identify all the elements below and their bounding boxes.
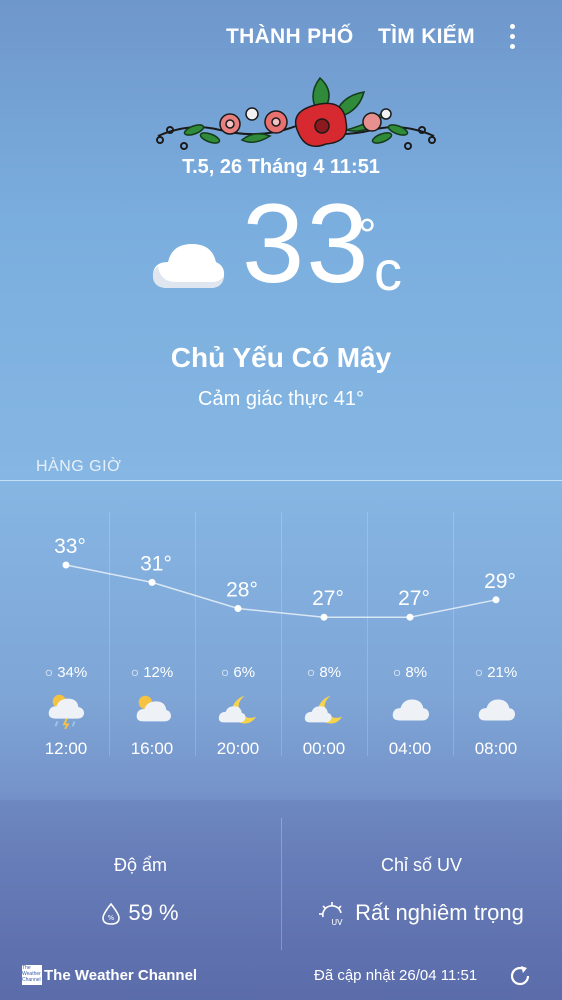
hourly-item: ○ 34% 12:00 [23, 482, 109, 772]
section-divider [0, 480, 562, 481]
hourly-rain-value: 12% [143, 664, 174, 681]
partly-cloudy-moon-icon [218, 695, 257, 724]
hourly-item: ○ 8% 00:00 [281, 482, 367, 772]
current-condition: Chủ Yếu Có Mây [170, 342, 392, 373]
raindrop-icon: ○ [220, 664, 230, 680]
hourly-rain-chance: ○ 8% [281, 664, 367, 681]
cloud-icon [478, 699, 516, 721]
humidity-label: Độ ẩm [113, 855, 167, 875]
cloud-icon [392, 699, 430, 721]
refresh-icon[interactable] [508, 964, 532, 988]
city-button[interactable]: THÀNH PHỐ [226, 25, 354, 49]
hourly-rain-value: 21% [487, 664, 518, 681]
hourly-rain-value: 8% [405, 664, 428, 681]
raindrop-icon: ○ [474, 664, 484, 680]
footer: The Weather Channel The Weather Channel … [0, 962, 562, 992]
temperature-unit[interactable]: c [374, 238, 402, 303]
hourly-item: ○ 8% 04:00 [367, 482, 453, 772]
thunderstorm-sun-icon [48, 694, 85, 730]
hourly-item: ○ 6% 20:00 [195, 482, 281, 772]
top-bar: THÀNH PHỐ TÌM KIẾM [0, 0, 562, 76]
current-temperature: 33 [242, 181, 371, 306]
uv-label: Chỉ số UV [380, 855, 463, 875]
hourly-column-divider [109, 512, 110, 756]
raindrop-icon: ○ [130, 664, 140, 680]
svg-text:%: % [108, 914, 115, 922]
raindrop-icon: ○ [44, 664, 54, 680]
hourly-column-divider [367, 512, 368, 756]
cloud-icon [152, 244, 225, 288]
search-button[interactable]: TÌM KIẾM [378, 25, 475, 49]
hourly-item: ○ 12% 16:00 [109, 482, 195, 772]
hourly-time: 04:00 [388, 739, 432, 758]
hourly-rain-chance: ○ 21% [453, 664, 539, 681]
hourly-column-divider [281, 512, 282, 756]
hourly-forecast[interactable]: 33° 31° 28° 27° 27° 29° ○ 34% 12:00 ○ 12% 16:00 ○ 6%… [0, 482, 562, 800]
feels-like: Cảm giác thực 41° [198, 388, 364, 410]
weather-channel-logo[interactable]: The Weather Channel [22, 965, 42, 985]
updated-time: Đã cập nhật 26/04 11:51 [314, 967, 478, 984]
hourly-time: 12:00 [44, 739, 88, 758]
uv-sun-icon: UV [319, 902, 343, 927]
hourly-time: 00:00 [302, 739, 346, 758]
hourly-rain-chance: ○ 8% [367, 664, 453, 681]
details-divider [281, 818, 282, 950]
hourly-item: ○ 21% 08:00 [453, 482, 539, 772]
hourly-rain-chance: ○ 12% [109, 664, 195, 681]
hourly-section-label: HÀNG GIỜ [36, 458, 122, 475]
date-time: T.5, 26 Tháng 4 11:51 [182, 156, 380, 178]
partly-cloudy-sun-icon [136, 695, 172, 722]
humidity-value: % 59 % [0, 900, 281, 926]
humidity-value-text: 59 % [128, 900, 179, 925]
svg-text:UV: UV [331, 918, 343, 927]
provider-name[interactable]: The Weather Channel [44, 967, 197, 984]
hourly-time: 20:00 [216, 739, 260, 758]
hourly-time: 16:00 [130, 739, 174, 758]
hourly-time: 08:00 [474, 739, 518, 758]
flower-garland-decoration [156, 76, 436, 150]
uv-value: UV Rất nghiêm trọng [281, 900, 562, 927]
hourly-column-divider [195, 512, 196, 756]
hourly-rain-chance: ○ 6% [195, 664, 281, 681]
hourly-rain-chance: ○ 34% [23, 664, 109, 681]
partly-cloudy-moon-icon [304, 695, 343, 724]
more-vert-icon[interactable] [505, 24, 519, 54]
hourly-rain-value: 8% [319, 664, 342, 681]
raindrop-icon: ○ [392, 664, 402, 680]
raindrop-icon: ○ [306, 664, 316, 680]
uv-value-text: Rất nghiêm trọng [355, 900, 524, 925]
hourly-rain-value: 34% [57, 664, 88, 681]
hourly-column-divider [453, 512, 454, 756]
humidity-icon: % [102, 902, 121, 925]
hourly-rain-value: 6% [233, 664, 256, 681]
